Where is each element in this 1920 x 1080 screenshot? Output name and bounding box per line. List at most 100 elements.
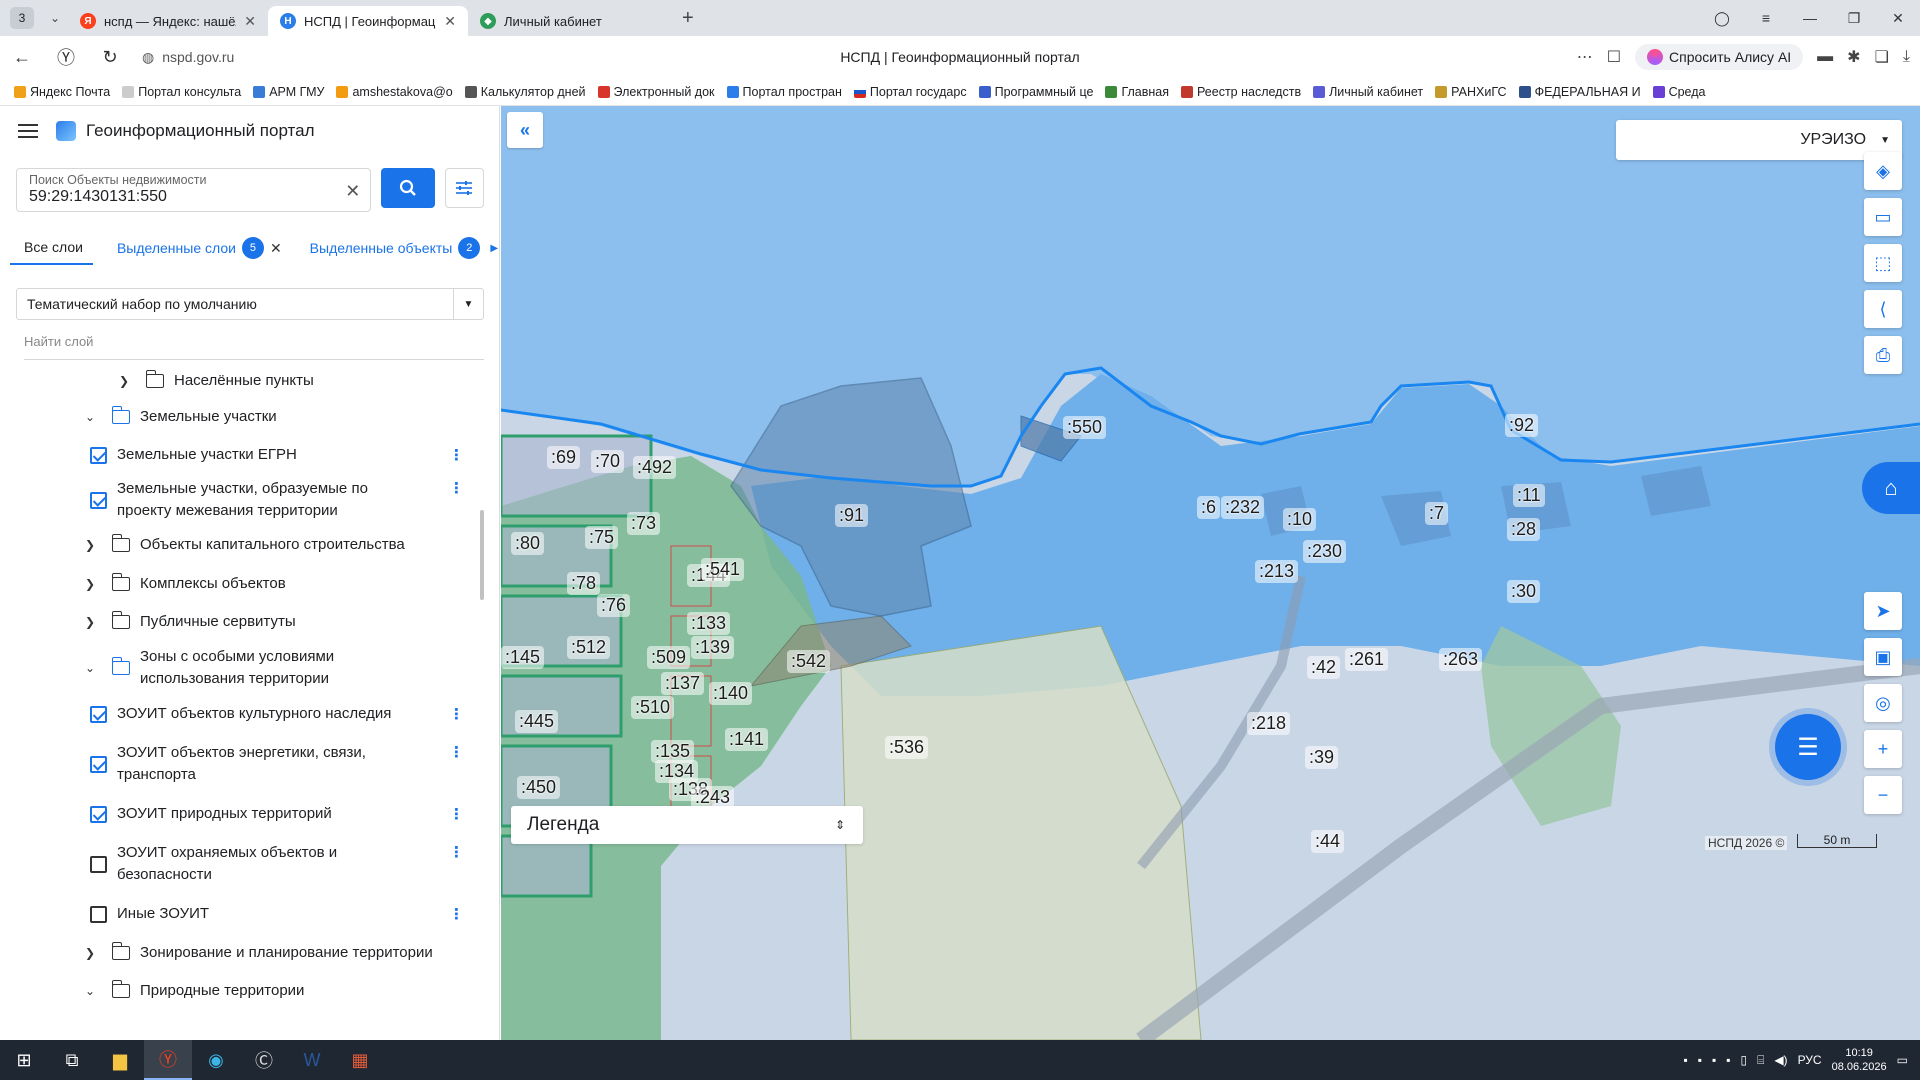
layer-checkbox[interactable] xyxy=(90,855,107,873)
battery-icon[interactable]: ▯ xyxy=(1741,1053,1748,1067)
browser-tab-yandex[interactable]: Я нспд — Яндекс: нашёлся ✕ xyxy=(68,6,268,36)
cadastral-search-input[interactable]: Поиск Объекты недвижимости 59:29:1430131… xyxy=(16,168,372,212)
zoom-out-button[interactable]: − xyxy=(1864,776,1902,814)
minimize-button[interactable]: — xyxy=(1788,10,1832,26)
parcel-label[interactable]: :509 xyxy=(647,646,691,669)
chevron-down-icon[interactable]: ⌄ xyxy=(82,410,98,424)
basemap-select[interactable]: УРЭИЗО ▼ xyxy=(1616,120,1902,160)
layer-options-icon[interactable]: ⋮ xyxy=(449,743,464,761)
parcel-label[interactable]: :75 xyxy=(585,526,619,549)
tray-app-icon[interactable]: ▪ xyxy=(1683,1053,1687,1067)
tray-app-icon[interactable]: ▪ xyxy=(1698,1053,1702,1067)
parcel-label[interactable]: :232 xyxy=(1221,496,1265,519)
search-button[interactable] xyxy=(381,168,435,208)
layers-tool-button[interactable]: ◈ xyxy=(1864,152,1902,190)
close-tab-icon[interactable]: ✕ xyxy=(244,13,256,30)
layer-zouit-nature[interactable]: ЗОУИТ природных территорий ⋮ xyxy=(0,795,484,833)
parcel-label[interactable]: :10 xyxy=(1283,508,1317,531)
zoom-in-button[interactable]: + xyxy=(1864,730,1902,768)
file-explorer-icon[interactable]: ▆ xyxy=(96,1040,144,1080)
bookmark-item[interactable]: amshestakova@o xyxy=(336,85,453,99)
parcel-label-selected[interactable]: :550 xyxy=(1063,416,1107,439)
edge-icon[interactable]: ◉ xyxy=(192,1040,240,1080)
layer-options-icon[interactable]: ⋮ xyxy=(449,705,464,723)
layer-checkbox[interactable] xyxy=(90,446,107,464)
parcel-label[interactable]: :30 xyxy=(1507,580,1541,603)
task-view-icon[interactable]: ⧉ xyxy=(48,1040,96,1080)
panel-scrollbar[interactable] xyxy=(480,510,484,600)
tree-group-zoning[interactable]: ❯ Зонирование и планирование территории xyxy=(0,933,484,973)
legend-panel[interactable]: Легенда ⇕ xyxy=(511,806,863,844)
parcel-label[interactable]: :261 xyxy=(1345,648,1389,671)
parcel-label[interactable]: :218 xyxy=(1247,712,1291,735)
layer-zouit-heritage[interactable]: ЗОУИТ объектов культурного наследия ⋮ xyxy=(0,695,484,733)
parcel-label[interactable]: :91 xyxy=(835,504,869,527)
parcel-label[interactable]: :6 xyxy=(1197,496,1221,519)
parcel-label[interactable]: :541 xyxy=(701,558,745,581)
network-icon[interactable]: ⌸ xyxy=(1757,1053,1764,1068)
bookmark-item[interactable]: Программный це xyxy=(978,85,1093,99)
tree-group-zouit[interactable]: ⌄ Зоны с особыми условиями использования… xyxy=(0,641,484,695)
expand-collapse-icon[interactable]: ⇕ xyxy=(835,818,845,832)
restore-button[interactable]: ❐ xyxy=(1832,10,1876,27)
tab-selected-layers[interactable]: Выделенные слои 5 ✕ xyxy=(113,229,286,267)
windows-start-icon[interactable]: ⊞ xyxy=(0,1040,48,1080)
bookmark-item[interactable]: Портал простран xyxy=(726,85,842,99)
tab-counter[interactable]: 3 xyxy=(10,7,34,29)
layer-checkbox[interactable] xyxy=(90,805,107,823)
yandex-home-icon[interactable]: Ⓨ xyxy=(44,44,88,70)
theme-set-select[interactable]: Тематический набор по умолчанию ▼ xyxy=(16,288,484,320)
bookmark-item[interactable]: ФЕДЕРАЛЬНАЯ И xyxy=(1518,85,1641,99)
parcel-label[interactable]: :213 xyxy=(1255,560,1299,583)
bookmark-item[interactable]: АРМ ГМУ xyxy=(253,85,324,99)
layer-options-icon[interactable]: ⋮ xyxy=(449,843,464,861)
site-security-icon[interactable]: ◍ xyxy=(142,49,154,66)
minimap-button[interactable]: ▣ xyxy=(1864,638,1902,676)
tree-group-land-plots[interactable]: ⌄ Земельные участки xyxy=(0,398,484,436)
chevron-down-icon[interactable]: ⌄ xyxy=(82,661,98,675)
bookmark-item[interactable]: Электронный док xyxy=(597,85,715,99)
collapse-panel-button[interactable]: « xyxy=(507,112,543,148)
layer-checkbox[interactable] xyxy=(90,491,107,509)
assistant-tool-button[interactable]: ⌂ xyxy=(1862,462,1920,514)
layer-options-icon[interactable]: ⋮ xyxy=(449,446,464,464)
bookmark-item[interactable]: Яндекс Почта xyxy=(14,85,110,99)
tree-group-nature-territories[interactable]: ⌄ Природные территории xyxy=(0,973,484,1009)
print-button[interactable]: ⎙ xyxy=(1864,336,1902,374)
tabs-scroll-right-icon[interactable]: ▶ xyxy=(490,243,498,254)
parcel-label[interactable]: :492 xyxy=(633,456,677,479)
layer-zouit-other[interactable]: Иные ЗОУИТ ⋮ xyxy=(0,895,484,933)
new-tab-button[interactable]: + xyxy=(682,7,694,30)
bookmark-icon[interactable]: ☐ xyxy=(1607,47,1621,67)
parcel-label[interactable]: :230 xyxy=(1303,540,1347,563)
chat-support-button[interactable]: ☰ xyxy=(1775,714,1841,780)
tray-app-icon[interactable]: ▪ xyxy=(1712,1053,1716,1067)
clock[interactable]: 10:19 08.06.2026 xyxy=(1832,1046,1887,1074)
app-grid-icon[interactable]: ▦ xyxy=(336,1040,384,1080)
chevron-right-icon[interactable]: ❯ xyxy=(116,374,132,388)
browser-tab-nspd[interactable]: Н НСПД | Геоинформаци ✕ xyxy=(268,6,468,36)
chevron-right-icon[interactable]: ❯ xyxy=(82,577,98,591)
locate-me-button[interactable]: ➤ xyxy=(1864,592,1902,630)
parcel-label[interactable]: :39 xyxy=(1305,746,1339,769)
bookmark-item[interactable]: Калькулятор дней xyxy=(464,85,586,99)
notifications-icon[interactable]: ▭ xyxy=(1897,1053,1908,1067)
parcel-label[interactable]: :536 xyxy=(885,736,929,759)
geolocation-button[interactable]: ◎ xyxy=(1864,684,1902,722)
parcel-label[interactable]: :42 xyxy=(1307,656,1341,679)
chevron-right-icon[interactable]: ❯ xyxy=(82,615,98,629)
browser-tab-cabinet[interactable]: ◆ Личный кабинет xyxy=(468,6,668,36)
parcel-label[interactable]: :28 xyxy=(1507,518,1541,541)
share-button[interactable]: ⟨ xyxy=(1864,290,1902,328)
parcel-label[interactable]: :510 xyxy=(631,696,675,719)
parcel-label[interactable]: :542 xyxy=(787,650,831,673)
parcel-label[interactable]: :80 xyxy=(511,532,545,555)
bookmark-item[interactable]: Портал государс xyxy=(853,85,967,99)
volume-icon[interactable]: ◀) xyxy=(1774,1053,1787,1067)
select-area-tool-button[interactable]: ⬚ xyxy=(1864,244,1902,282)
downloads-icon[interactable]: ⤓ xyxy=(1903,48,1910,66)
parcel-label[interactable]: :137 xyxy=(661,672,705,695)
layer-zouit-security[interactable]: ЗОУИТ охраняемых объектов и безопасности… xyxy=(0,833,484,895)
ask-alice-button[interactable]: Спросить Алису AI xyxy=(1635,44,1804,70)
close-tab-icon[interactable]: ✕ xyxy=(444,13,456,30)
